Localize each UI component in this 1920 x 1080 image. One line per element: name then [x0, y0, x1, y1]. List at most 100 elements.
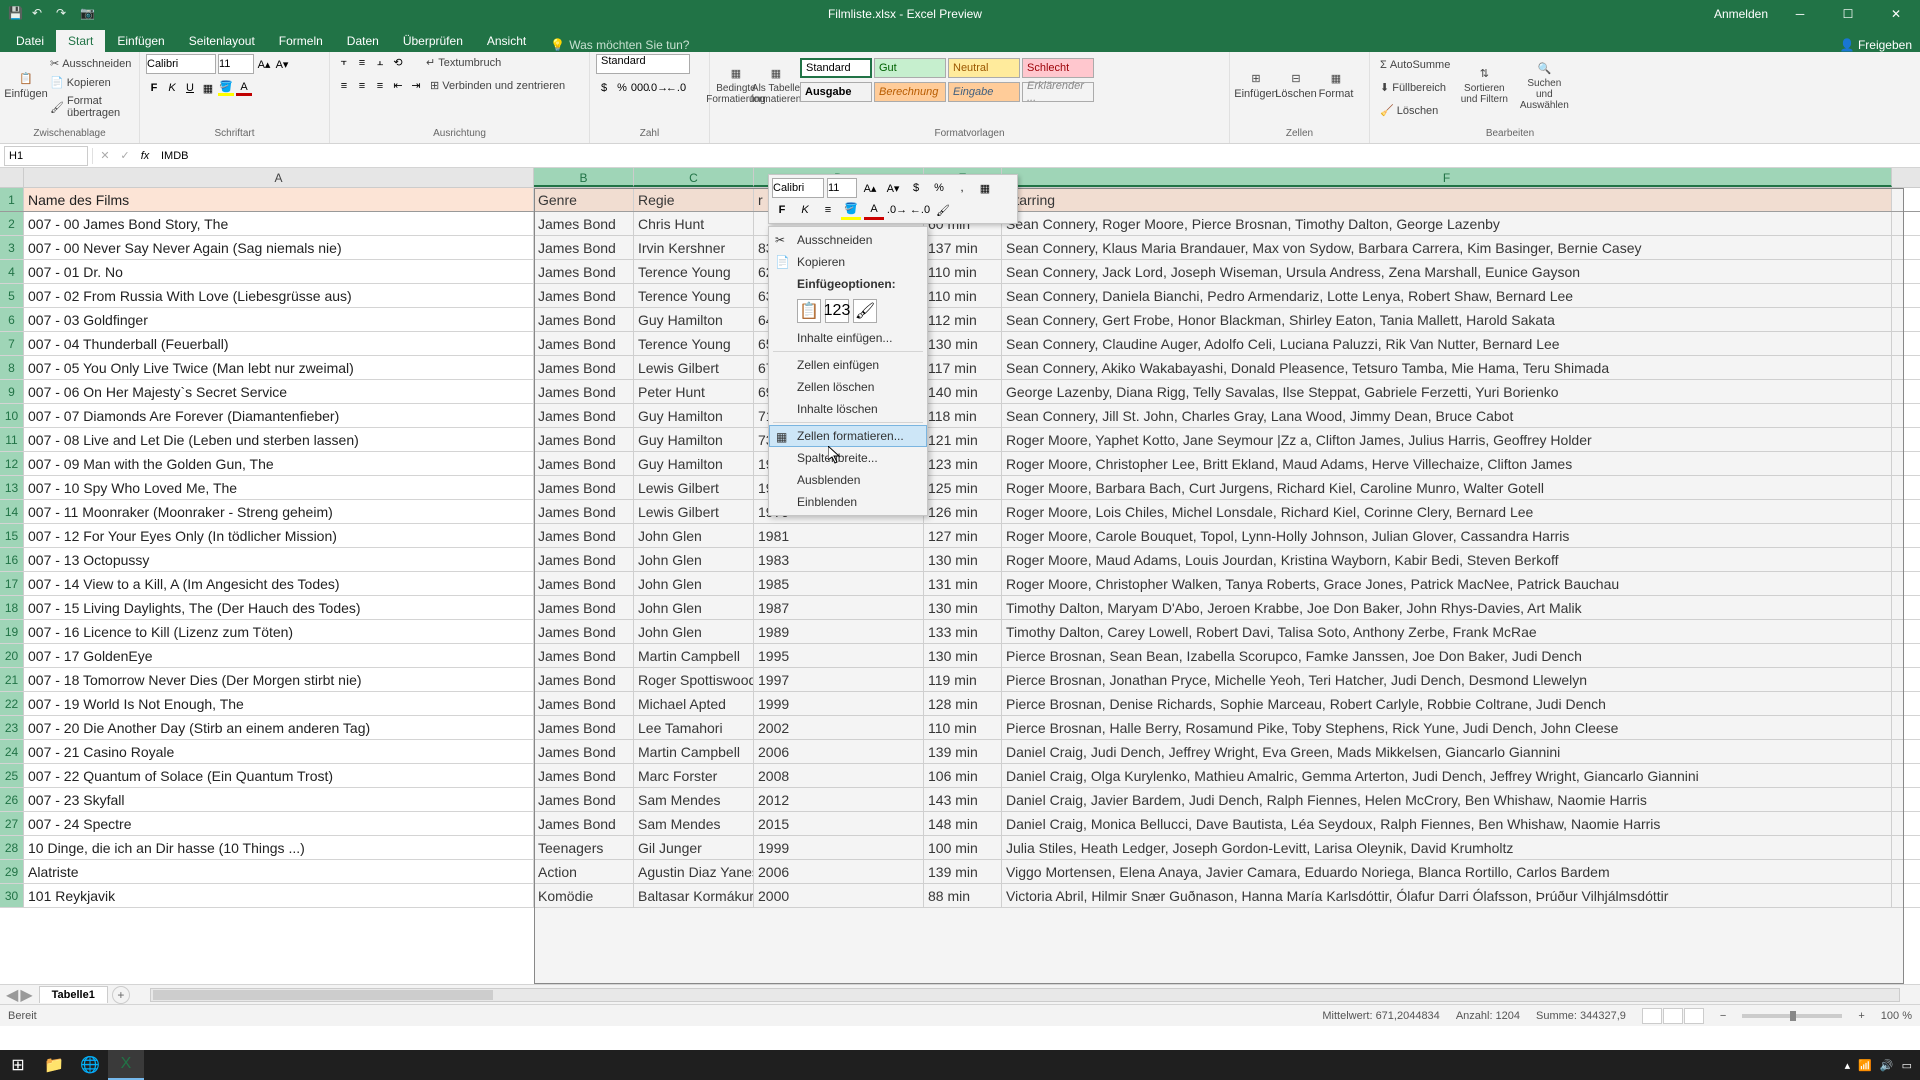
percent-icon[interactable]: %: [614, 80, 630, 96]
cell[interactable]: 131 min: [924, 572, 1002, 595]
task-excel[interactable]: X: [108, 1050, 144, 1080]
cell[interactable]: John Glen: [634, 524, 754, 547]
view-normal-icon[interactable]: [1642, 1008, 1662, 1024]
cell[interactable]: Guy Hamilton: [634, 428, 754, 451]
mini-decdec-icon[interactable]: ←.0: [910, 200, 930, 220]
style-ausgabe[interactable]: Ausgabe: [800, 82, 872, 102]
task-explorer[interactable]: 📁: [36, 1050, 72, 1080]
cell[interactable]: James Bond: [534, 524, 634, 547]
tray-lang[interactable]: ▭: [1902, 1059, 1912, 1072]
style-neutral[interactable]: Neutral: [948, 58, 1020, 78]
row-header[interactable]: 17: [0, 572, 24, 595]
cell[interactable]: Timothy Dalton, Carey Lowell, Robert Dav…: [1002, 620, 1892, 643]
cell[interactable]: Gil Junger: [634, 836, 754, 859]
cell[interactable]: Terence Young: [634, 260, 754, 283]
wrap-text-button[interactable]: ↵ Textumbruch: [422, 54, 505, 71]
cell[interactable]: James Bond: [534, 620, 634, 643]
cell[interactable]: 007 - 20 Die Another Day (Stirb an einem…: [24, 716, 534, 739]
row-header[interactable]: 30: [0, 884, 24, 907]
cell[interactable]: Pierce Brosnan, Sean Bean, Izabella Scor…: [1002, 644, 1892, 667]
row-header[interactable]: 27: [0, 812, 24, 835]
cell[interactable]: James Bond: [534, 404, 634, 427]
cell[interactable]: 007 - 18 Tomorrow Never Dies (Der Morgen…: [24, 668, 534, 691]
style-standard[interactable]: Standard: [800, 58, 872, 78]
tab-uberprufen[interactable]: Überprüfen: [391, 30, 475, 52]
cell[interactable]: Michael Apted: [634, 692, 754, 715]
sheet-tab-1[interactable]: Tabelle1: [39, 986, 108, 1003]
save-icon[interactable]: 💾: [8, 6, 24, 22]
ctx-hide[interactable]: Ausblenden: [769, 469, 927, 491]
cell[interactable]: 130 min: [924, 596, 1002, 619]
paste-opt-formatting[interactable]: 🖌: [853, 299, 877, 323]
format-table-button[interactable]: ▦Als Tabelle formatieren: [756, 54, 796, 118]
header-cell[interactable]: Starring: [1002, 188, 1892, 211]
ctx-unhide[interactable]: Einblenden: [769, 491, 927, 513]
col-header-c[interactable]: C: [634, 168, 754, 187]
cell[interactable]: John Glen: [634, 572, 754, 595]
cell[interactable]: Teenagers: [534, 836, 634, 859]
merge-button[interactable]: ⊞ Verbinden und zentrieren: [426, 77, 569, 94]
col-header-b[interactable]: B: [534, 168, 634, 187]
cell[interactable]: 128 min: [924, 692, 1002, 715]
cell[interactable]: Alatriste: [24, 860, 534, 883]
cell[interactable]: 1981: [754, 524, 924, 547]
zoom-out-button[interactable]: −: [1720, 1010, 1726, 1022]
cell[interactable]: 2000: [754, 884, 924, 907]
cell[interactable]: 139 min: [924, 740, 1002, 763]
cell[interactable]: Peter Hunt: [634, 380, 754, 403]
cell[interactable]: 2006: [754, 740, 924, 763]
cell[interactable]: Daniel Craig, Monica Bellucci, Dave Baut…: [1002, 812, 1892, 835]
cell[interactable]: James Bond: [534, 596, 634, 619]
maximize-button[interactable]: ☐: [1832, 0, 1864, 28]
cell[interactable]: James Bond: [534, 428, 634, 451]
style-schlecht[interactable]: Schlecht: [1022, 58, 1094, 78]
cell[interactable]: 1983: [754, 548, 924, 571]
fill-button[interactable]: ⬇ Füllbereich: [1376, 79, 1454, 96]
cell[interactable]: Lewis Gilbert: [634, 476, 754, 499]
redo-icon[interactable]: ↷: [56, 6, 72, 22]
cell[interactable]: Sam Mendes: [634, 812, 754, 835]
tell-me-search[interactable]: 💡 Was möchten Sie tun?: [550, 38, 689, 52]
cell[interactable]: 2002: [754, 716, 924, 739]
row-header[interactable]: 15: [0, 524, 24, 547]
cell[interactable]: 127 min: [924, 524, 1002, 547]
font-size-select[interactable]: [218, 54, 254, 74]
row-header[interactable]: 25: [0, 764, 24, 787]
cell[interactable]: Action: [534, 860, 634, 883]
delete-cells-button[interactable]: ⊟Löschen: [1276, 54, 1316, 118]
cell[interactable]: Roger Moore, Barbara Bach, Curt Jurgens,…: [1002, 476, 1892, 499]
align-top-icon[interactable]: ⫟: [336, 55, 352, 71]
cell[interactable]: James Bond: [534, 500, 634, 523]
grow-font-icon[interactable]: A▴: [256, 56, 272, 72]
cell[interactable]: 007 - 24 Spectre: [24, 812, 534, 835]
underline-icon[interactable]: U: [182, 80, 198, 96]
formula-input[interactable]: [157, 150, 1920, 162]
ctx-cut[interactable]: ✂Ausschneiden: [769, 229, 927, 251]
cell[interactable]: James Bond: [534, 764, 634, 787]
cut-button[interactable]: ✂ Ausschneiden: [46, 55, 135, 72]
cell[interactable]: 007 - 21 Casino Royale: [24, 740, 534, 763]
fill-color-icon[interactable]: 🪣: [218, 80, 234, 96]
cancel-icon[interactable]: ✕: [97, 148, 113, 164]
cell[interactable]: 007 - 07 Diamonds Are Forever (Diamanten…: [24, 404, 534, 427]
cell[interactable]: 007 - 03 Goldfinger: [24, 308, 534, 331]
cell[interactable]: James Bond: [534, 716, 634, 739]
row-header[interactable]: 16: [0, 548, 24, 571]
row-header[interactable]: 13: [0, 476, 24, 499]
sort-filter-button[interactable]: ⇅Sortieren und Filtern: [1454, 54, 1514, 118]
header-cell[interactable]: Name des Films: [24, 188, 534, 211]
cell[interactable]: James Bond: [534, 548, 634, 571]
row-header[interactable]: 22: [0, 692, 24, 715]
align-right-icon[interactable]: ≡: [372, 78, 388, 94]
dec-decimal-icon[interactable]: ←.0: [668, 80, 684, 96]
cell[interactable]: 133 min: [924, 620, 1002, 643]
cell[interactable]: Timothy Dalton, Maryam D'Abo, Jeroen Kra…: [1002, 596, 1892, 619]
autosum-button[interactable]: Σ AutoSumme: [1376, 57, 1454, 73]
cell[interactable]: 143 min: [924, 788, 1002, 811]
cell[interactable]: Guy Hamilton: [634, 452, 754, 475]
insert-cells-button[interactable]: ⊞Einfügen: [1236, 54, 1276, 118]
cell[interactable]: 007 - 02 From Russia With Love (Liebesgr…: [24, 284, 534, 307]
ctx-clear-contents[interactable]: Inhalte löschen: [769, 398, 927, 420]
italic-icon[interactable]: K: [164, 80, 180, 96]
sheet-nav-last-icon[interactable]: ▶: [20, 985, 32, 1005]
